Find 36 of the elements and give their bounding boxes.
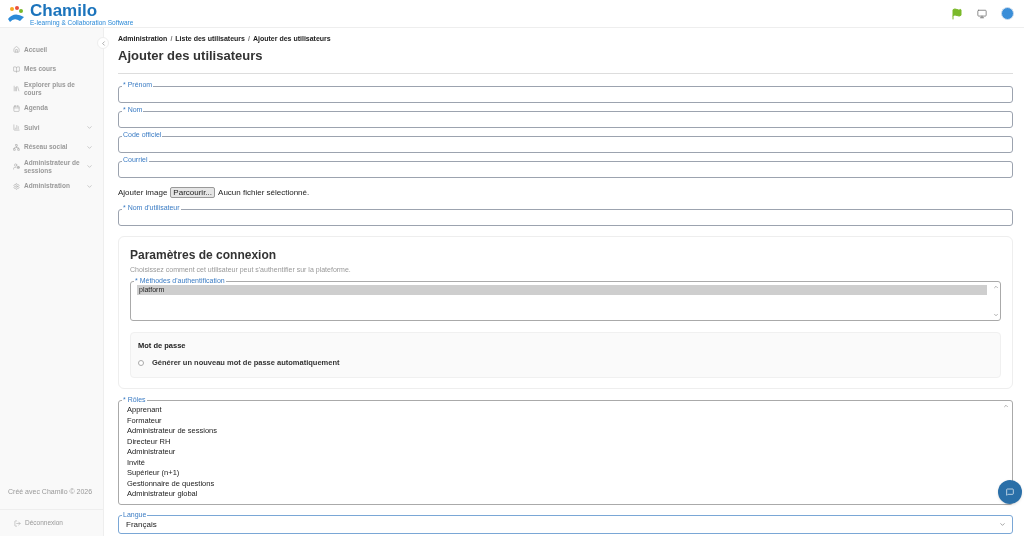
chevron-up-icon <box>1003 403 1009 409</box>
chevron-down-icon <box>999 521 1006 528</box>
radio-button[interactable] <box>138 359 144 366</box>
chevron-down-icon <box>86 124 93 132</box>
chevron-left-icon <box>99 39 107 47</box>
calendar-icon <box>13 104 20 112</box>
user-gear-icon <box>13 163 20 171</box>
chart-icon <box>13 124 20 132</box>
home-icon <box>13 46 20 54</box>
network-icon <box>13 143 20 151</box>
page-title: Ajouter des utilisateurs <box>118 46 1013 74</box>
text-field[interactable] <box>118 85 1013 103</box>
text-field[interactable] <box>118 160 1013 178</box>
books-icon <box>13 85 20 93</box>
file-status: Aucun fichier sélectionné. <box>218 186 310 199</box>
browse-button[interactable]: Parcourir... <box>170 187 216 198</box>
chevron-down-icon <box>86 182 93 190</box>
chevron-down-icon <box>86 163 93 171</box>
collapse-button[interactable] <box>97 37 109 49</box>
settings-icon <box>13 182 20 190</box>
monitor-icon[interactable] <box>977 8 987 19</box>
avatar[interactable] <box>1001 7 1014 20</box>
text-field[interactable] <box>118 208 1013 226</box>
chevron-down-icon <box>992 312 999 318</box>
chevron-up-icon <box>992 284 999 290</box>
section-title: Paramètres de connexion <box>130 246 278 264</box>
logout-icon <box>14 519 21 527</box>
upload-label: Ajouter image <box>118 186 168 199</box>
chat-icon <box>1006 488 1014 496</box>
book-icon <box>13 65 20 73</box>
chevron-down-icon <box>86 143 93 151</box>
chat-button[interactable] <box>998 480 1022 504</box>
text-field[interactable] <box>118 135 1013 153</box>
text-field[interactable] <box>118 110 1013 128</box>
logo-text: Chamilo <box>30 1 99 19</box>
flag-icon[interactable] <box>951 7 963 20</box>
